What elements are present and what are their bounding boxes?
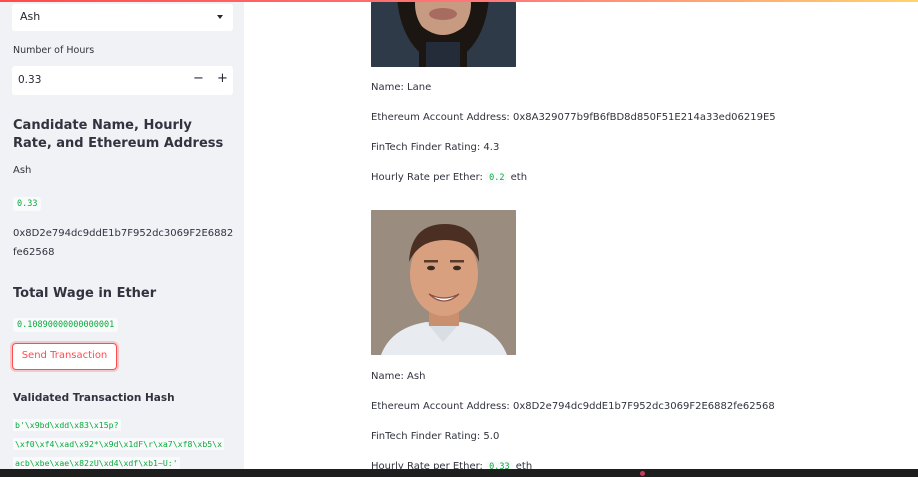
candidate-photo-ash bbox=[371, 210, 516, 355]
hash-line: \xf0\xf4\xad\x92*\x9d\x1dF\r\xa7\xf8\xb5… bbox=[13, 438, 225, 450]
candidate-name: Ash bbox=[13, 165, 32, 176]
candidate-rating-lane: FinTech Finder Rating: 4.3 bbox=[371, 142, 500, 153]
candidate-photo-lane-icon bbox=[371, 2, 516, 67]
rate-label: Hourly Rate per Ether: bbox=[371, 172, 483, 183]
transaction-hash: b'\x9bd\xdd\x83\x15p? \xf0\xf4\xad\x92*\… bbox=[13, 416, 238, 469]
rate-value-code: 0.33 bbox=[486, 461, 513, 469]
hash-line: b'\x9bd\xdd\x83\x15p? bbox=[13, 419, 121, 431]
rate-label: Hourly Rate per Ether: bbox=[371, 461, 483, 469]
wage-value-code: 0.10890000000000001 bbox=[13, 318, 119, 332]
hash-line: acb\xbe\xae\x82zU\xd4\xdf\xb1~U:' bbox=[13, 457, 180, 469]
candidate-rating-ash: FinTech Finder Rating: 5.0 bbox=[371, 431, 500, 442]
rate-unit: eth bbox=[510, 172, 528, 183]
send-transaction-button[interactable]: Send Transaction bbox=[12, 343, 117, 370]
candidate-address-lane: Ethereum Account Address: 0x8A329077b9fB… bbox=[371, 112, 776, 123]
candidate-address-ash: Ethereum Account Address: 0x8D2e794dc9dd… bbox=[371, 401, 775, 412]
taskbar bbox=[0, 469, 918, 477]
taskbar-dot-icon bbox=[640, 471, 645, 476]
candidate-select-value: Ash bbox=[20, 10, 41, 23]
rate-value-code: 0.2 bbox=[486, 172, 508, 184]
candidate-photo-lane bbox=[371, 2, 516, 67]
candidate-address: 0x8D2e794dc9ddE1b7F952dc3069F2E6882fe625… bbox=[13, 228, 234, 258]
candidate-rate-lane: Hourly Rate per Ether: 0.2 eth bbox=[371, 172, 528, 184]
main-content: Name: Lane Ethereum Account Address: 0x8… bbox=[244, 2, 918, 469]
candidate-info-heading: Candidate Name, Hourly Rate, and Ethereu… bbox=[13, 118, 224, 151]
rate-unit: eth bbox=[515, 461, 533, 469]
candidate-name-ash: Name: Ash bbox=[371, 371, 426, 382]
candidate-select[interactable]: Ash bbox=[12, 4, 233, 31]
decrement-button[interactable]: − bbox=[193, 72, 204, 86]
hash-heading: Validated Transaction Hash bbox=[13, 392, 175, 404]
increment-button[interactable]: + bbox=[217, 72, 228, 86]
sidebar: Ash Number of Hours 0.33 − + Candidate N… bbox=[0, 2, 244, 469]
candidate-rate-code: 0.33 bbox=[13, 197, 42, 211]
hours-label: Number of Hours bbox=[13, 45, 95, 56]
chevron-down-icon bbox=[217, 15, 223, 19]
wage-heading: Total Wage in Ether bbox=[13, 286, 157, 301]
candidate-photo-ash-icon bbox=[371, 210, 516, 355]
hours-input-value[interactable]: 0.33 bbox=[18, 74, 41, 86]
hours-number-input[interactable]: 0.33 − + bbox=[12, 66, 233, 95]
candidate-rate-ash: Hourly Rate per Ether: 0.33 eth bbox=[371, 461, 532, 469]
candidate-name-lane: Name: Lane bbox=[371, 82, 432, 93]
